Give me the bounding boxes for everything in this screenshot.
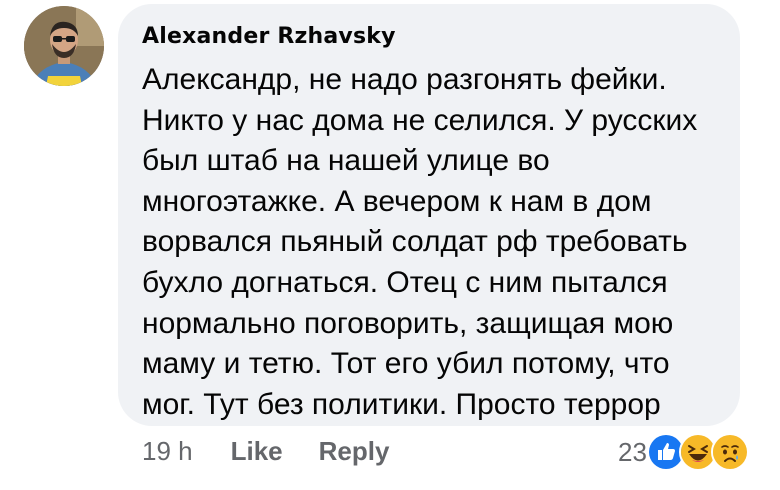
- comment-line: был штаб на нашей улице во: [142, 144, 550, 178]
- comment-timestamp[interactable]: 19 h: [142, 436, 193, 467]
- avatar[interactable]: [24, 6, 104, 86]
- like-button[interactable]: Like: [231, 436, 283, 467]
- comment-line: многоэтажке. А вечером к нам в дом: [142, 184, 652, 218]
- comment-line: маму и тетю. Тот его убил потому, что: [142, 347, 670, 381]
- comment-line: нормально поговорить, защищая мою: [142, 306, 674, 340]
- profile-photo: [24, 6, 104, 86]
- comment-line: Александр, не надо разгонять фейки.: [142, 63, 667, 96]
- comment-line: Никто у нас дома не селился. У русских: [142, 103, 698, 137]
- comment-line: мог. Тут без политики. Просто террор: [142, 387, 661, 421]
- comment-author[interactable]: Alexander Rzhavsky: [142, 24, 396, 49]
- reactions-summary[interactable]: 23: [618, 430, 749, 474]
- comment-line: бухло догнаться. Отец с ним пытался: [142, 265, 668, 299]
- comment-actions: 19 h Like Reply: [142, 436, 389, 467]
- comment-text: Александр, не надо разгонять фейки. Никт…: [142, 60, 732, 425]
- comment-line: ворвался пьяный солдат рф требовать: [142, 225, 688, 259]
- reply-button[interactable]: Reply: [319, 436, 390, 467]
- comment-bubble: Alexander Rzhavsky Александр, не надо ра…: [118, 4, 740, 426]
- sad-icon: [710, 433, 749, 471]
- reaction-count: 23: [618, 436, 647, 467]
